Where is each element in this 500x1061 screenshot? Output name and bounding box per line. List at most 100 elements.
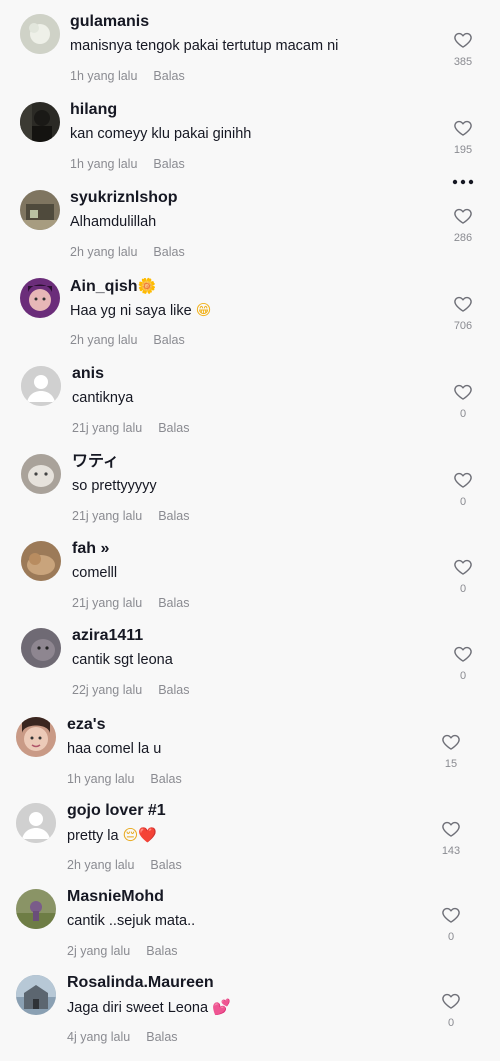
avatar[interactable]	[20, 278, 60, 318]
avatar[interactable]	[21, 366, 61, 406]
heart-outline-icon[interactable]	[453, 644, 473, 664]
reply-button[interactable]: Balas	[158, 683, 189, 697]
comment-emoji: 💕	[212, 998, 231, 1016]
heart-outline-icon[interactable]	[453, 557, 473, 577]
heart-outline-icon[interactable]	[453, 30, 473, 50]
heart-outline-icon[interactable]	[453, 118, 473, 138]
comment-text: cantik ..sejuk mata..	[67, 911, 195, 931]
timestamp: 1h yang lalu	[67, 772, 135, 786]
username-text[interactable]: ワティ	[72, 453, 119, 470]
username-text[interactable]: Rosalinda.Maureen	[67, 974, 214, 991]
username-text[interactable]: fah »	[72, 540, 109, 557]
heart-outline-icon[interactable]	[441, 991, 461, 1011]
avatar[interactable]	[16, 889, 56, 929]
timestamp: 2j yang lalu	[67, 944, 131, 958]
comment-item: syukriznlshop Alhamdulillah 2h yang lalu Ba…	[0, 176, 500, 264]
comment-text-content: Haa yg ni saya like	[70, 303, 192, 319]
comment-text: comelll	[72, 563, 117, 583]
avatar[interactable]	[16, 717, 56, 757]
username-text[interactable]: hilang	[70, 101, 117, 118]
comment-item: Rosalinda.Maureen Jaga diri sweet Leona 💕…	[0, 961, 500, 1049]
heart-outline-icon[interactable]	[441, 819, 461, 839]
comment-meta: 4j yang lalu Balas	[67, 1029, 178, 1045]
username[interactable]: gojo lover #1	[67, 801, 166, 821]
username[interactable]: anis	[72, 364, 104, 384]
comment-item: gulamanis manisnya tengok pakai tertutup …	[0, 0, 500, 88]
avatar[interactable]	[21, 628, 61, 668]
avatar[interactable]	[20, 190, 60, 230]
username-text[interactable]: syukriznlshop	[70, 189, 178, 206]
avatar[interactable]	[21, 541, 61, 581]
reply-button[interactable]: Balas	[158, 421, 189, 435]
comment-emoji: 😁	[195, 301, 212, 319]
like-count: 0	[459, 583, 467, 595]
comment-text-content: cantiknya	[72, 390, 134, 406]
comment-text: Haa yg ni saya like 😁	[70, 300, 211, 321]
username[interactable]: Ain_qish🌼	[70, 276, 156, 297]
comment-item: MasnieMohd cantik ..sejuk mata.. 2j yang l…	[0, 875, 500, 963]
username[interactable]: syukriznlshop	[70, 188, 178, 208]
comment-text-content: so prettyyyyy	[72, 478, 157, 494]
reply-button[interactable]: Balas	[146, 944, 177, 958]
comment-meta: 21j yang lalu Balas	[72, 420, 189, 436]
username-text[interactable]: eza's	[67, 716, 106, 733]
comment-item: azira1411 cantik sgt leona 22j yang lalu Ba…	[0, 614, 500, 702]
username[interactable]: gulamanis	[70, 12, 149, 32]
avatar[interactable]	[16, 975, 56, 1015]
heart-outline-icon[interactable]	[453, 206, 473, 226]
timestamp: 21j yang lalu	[72, 509, 143, 523]
username-text[interactable]: anis	[72, 365, 104, 382]
heart-outline-icon[interactable]	[441, 732, 461, 752]
username[interactable]: eza's	[67, 715, 106, 735]
username-text[interactable]: MasnieMohd	[67, 888, 164, 905]
username-text[interactable]: azira1411	[72, 627, 143, 644]
avatar[interactable]	[20, 14, 60, 54]
username-emoji: 🌼	[137, 277, 157, 295]
username-text[interactable]: gojo lover #1	[67, 802, 166, 819]
reply-button[interactable]: Balas	[150, 772, 181, 786]
like-count: 143	[441, 845, 461, 857]
timestamp: 1h yang lalu	[70, 157, 138, 171]
reply-button[interactable]: Balas	[146, 1030, 177, 1044]
reply-button[interactable]: Balas	[150, 858, 181, 872]
comment-text: pretty la 😔❤️	[67, 825, 157, 846]
avatar[interactable]	[20, 102, 60, 142]
comment-text-content: comelll	[72, 565, 118, 581]
timestamp: 21j yang lalu	[72, 421, 143, 435]
avatar[interactable]	[16, 803, 56, 843]
reply-button[interactable]: Balas	[158, 596, 189, 610]
username[interactable]: hilang	[70, 100, 117, 120]
heart-outline-icon[interactable]	[453, 470, 473, 490]
comment-meta: 1h yang lalu Balas	[70, 68, 185, 84]
username-text[interactable]: Ain_qish	[70, 278, 138, 295]
avatar[interactable]	[21, 454, 61, 494]
reply-button[interactable]: Balas	[158, 509, 189, 523]
reply-button[interactable]: Balas	[153, 157, 184, 171]
comment-emoji: 😔❤️	[122, 826, 157, 844]
username[interactable]: azira1411	[72, 626, 143, 646]
heart-outline-icon[interactable]	[453, 382, 473, 402]
reply-button[interactable]: Balas	[153, 245, 184, 259]
reply-button[interactable]: Balas	[153, 69, 184, 83]
comment-item: hilang kan comeyy klu pakai ginihh 1h yang…	[0, 88, 500, 176]
heart-outline-icon[interactable]	[453, 294, 473, 314]
like-count: 706	[453, 320, 473, 332]
username[interactable]: ワティ	[72, 452, 119, 472]
like-count: 385	[453, 56, 473, 68]
comment-text-content: Alhamdulillah	[70, 214, 157, 230]
username[interactable]: fah »	[72, 539, 109, 559]
comment-meta: 2h yang lalu Balas	[70, 244, 185, 260]
username[interactable]: Rosalinda.Maureen	[67, 973, 214, 993]
comment-text: cantik sgt leona	[72, 650, 173, 670]
comment-item: ワティ so prettyyyyy 21j yang lalu Balas 0	[0, 440, 500, 528]
timestamp: 2h yang lalu	[70, 333, 138, 347]
more-options-icon[interactable]	[452, 173, 474, 185]
comment-meta: 22j yang lalu Balas	[72, 682, 189, 698]
username[interactable]: MasnieMohd	[67, 887, 164, 907]
timestamp: 2h yang lalu	[70, 245, 138, 259]
comment-text-content: kan comeyy klu pakai ginihh	[70, 126, 252, 142]
username-text[interactable]: gulamanis	[70, 13, 149, 30]
comment-meta: 2h yang lalu Balas	[70, 332, 185, 348]
reply-button[interactable]: Balas	[153, 333, 184, 347]
heart-outline-icon[interactable]	[441, 905, 461, 925]
